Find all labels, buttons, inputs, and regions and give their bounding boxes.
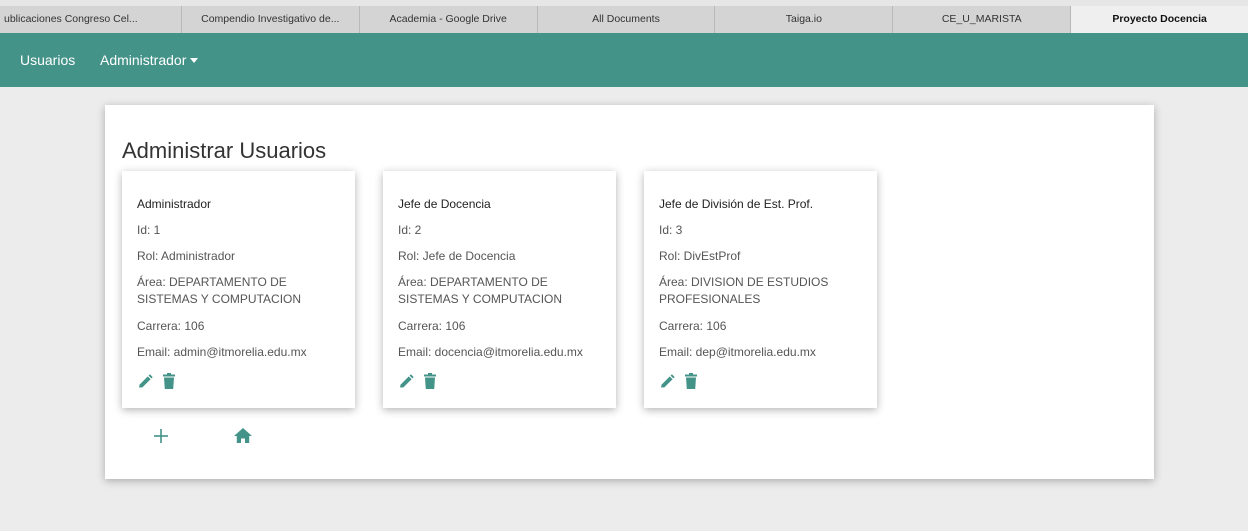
trash-icon[interactable] [161,372,177,390]
user-card: Jefe de División de Est. Prof. Id: 3 Rol… [644,171,877,408]
user-card-name: Jefe de División de Est. Prof. [659,197,814,211]
user-card-area: Área: DIVISION DE ESTUDIOS PROFESIONALES [659,275,829,306]
caret-down-icon [190,57,199,63]
home-icon[interactable] [232,425,254,447]
pencil-icon[interactable] [398,372,414,390]
user-card-carrera: Carrera: 106 [398,319,466,333]
browser-tab-academia[interactable]: Academia - Google Drive [360,6,538,33]
user-card-email: Email: admin@itmorelia.edu.mx [137,345,307,359]
trash-icon[interactable] [422,372,438,390]
plus-icon[interactable] [150,425,172,447]
user-card-email: Email: dep@itmorelia.edu.mx [659,345,816,359]
user-card-rol: Rol: DivEstProf [659,249,741,263]
user-card-id: Id: 3 [659,223,683,237]
pencil-icon[interactable] [137,372,153,390]
page-title: Administrar Usuarios [122,138,327,163]
top-navbar: Usuarios Administrador [0,33,1248,87]
user-card-rol: Rol: Administrador [137,249,236,263]
nav-administrador-label: Administrador [100,52,187,68]
browser-tab-strip: ublicaciones Congreso Cel... Compendio I… [0,0,1248,33]
trash-icon[interactable] [683,372,699,390]
browser-tab-compendio[interactable]: Compendio Investigativo de... [182,6,360,33]
user-card-id: Id: 1 [137,223,161,237]
browser-tab-all-documents[interactable]: All Documents [538,6,716,33]
user-card: Jefe de Docencia Id: 2 Rol: Jefe de Doce… [383,171,616,408]
user-card-name: Jefe de Docencia [398,197,491,211]
user-card: Administrador Id: 1 Rol: Administrador Á… [122,171,355,408]
nav-usuarios-link[interactable]: Usuarios [20,52,75,68]
browser-tab-publicaciones[interactable]: ublicaciones Congreso Cel... [0,6,182,33]
user-card-name: Administrador [137,197,212,211]
browser-tab-taiga[interactable]: Taiga.io [715,6,894,33]
user-card-email: Email: docencia@itmorelia.edu.mx [398,345,583,359]
browser-tab-ce-u-marista[interactable]: CE_U_MARISTA [893,6,1072,33]
user-card-rol: Rol: Jefe de Docencia [398,249,516,263]
user-card-carrera: Carrera: 106 [659,319,727,333]
pencil-icon[interactable] [659,372,675,390]
user-card-area: Área: DEPARTAMENTO DE SISTEMAS Y COMPUTA… [398,275,563,306]
main-panel: Administrar Usuarios Administrador Id: 1… [105,105,1154,479]
browser-tab-proyecto-docencia[interactable]: Proyecto Docencia [1071,6,1248,33]
user-card-area: Área: DEPARTAMENTO DE SISTEMAS Y COMPUTA… [137,275,302,306]
bottom-actions [150,425,254,447]
nav-administrador-dropdown[interactable]: Administrador [100,52,199,68]
user-card-id: Id: 2 [398,223,422,237]
user-card-carrera: Carrera: 106 [137,319,205,333]
